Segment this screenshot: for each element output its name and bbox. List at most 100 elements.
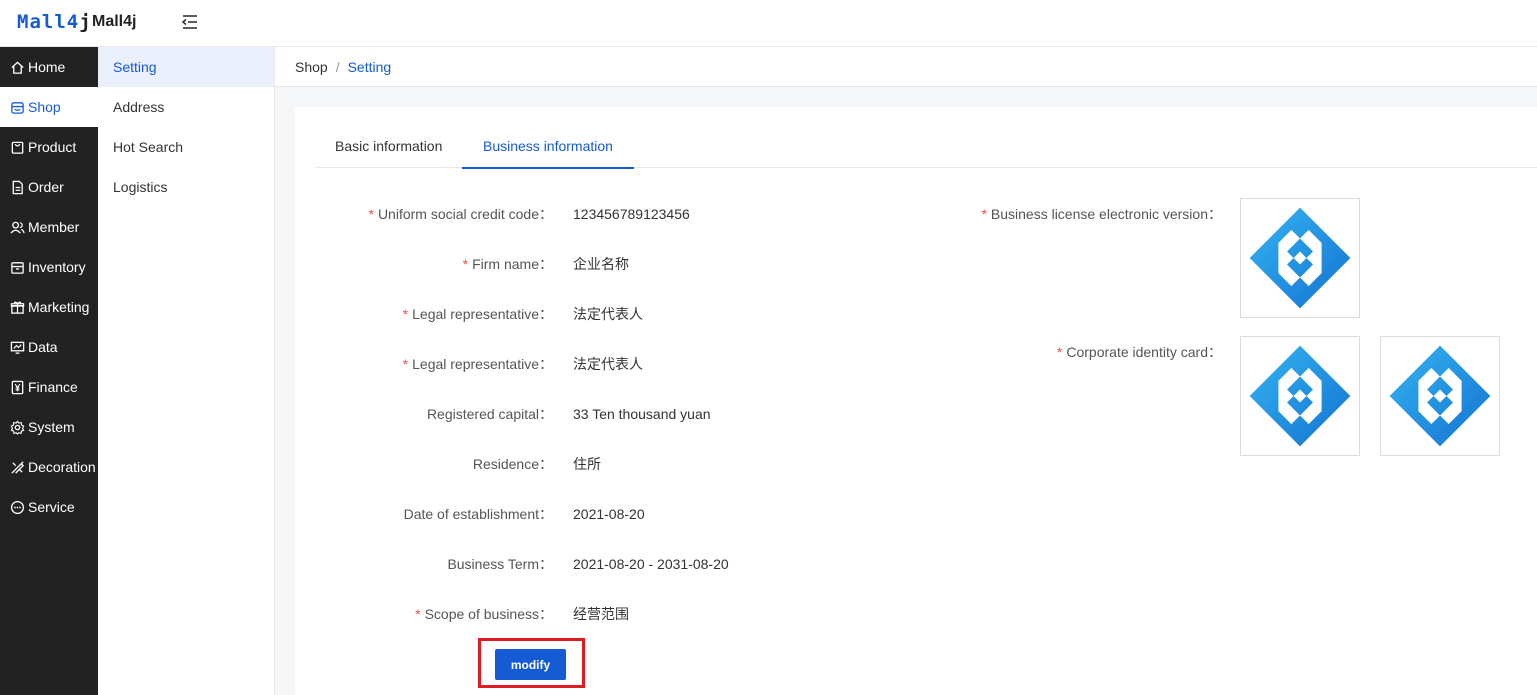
sidebar-item-label: Inventory [28,259,86,275]
field-label: Registered capital： [426,406,553,422]
field-value: 住所 [573,456,601,472]
field-value: 经营范围 [573,606,629,622]
sidebar-item-label: Finance [28,379,78,395]
company-logo-image [1247,343,1353,449]
identity-card-back-image[interactable] [1380,336,1500,456]
gift-icon [10,301,25,314]
tab-business-information[interactable]: Business information [462,127,634,169]
yen-icon [11,380,24,394]
sidebar-item-service[interactable]: Service [0,487,98,527]
field-label: Legal representative： [412,356,553,372]
sidebar-item-shop[interactable]: Shop [0,87,98,127]
sidebar-item-data[interactable]: Data [0,327,98,367]
field-row-firm-name: * Firm name： 企业名称 [295,254,815,274]
breadcrumb: Shop / Setting [275,47,1537,87]
sidebar-item-label: Product [28,139,77,155]
field-value: 法定代表人 [573,356,643,372]
required-mark: * [402,306,409,322]
modify-button[interactable]: modify [495,649,566,680]
field-label: Legal representative： [412,306,553,322]
subnav-item-setting[interactable]: Setting [98,47,274,87]
required-mark: * [368,206,374,222]
field-label: Business Term： [447,556,553,572]
sidebar-item-system[interactable]: System [0,407,98,447]
storefront-icon [11,101,24,114]
sidebar-item-inventory[interactable]: Inventory [0,247,98,287]
required-mark: * [1056,344,1063,360]
identity-card-front-image[interactable] [1240,336,1360,456]
sidebar-item-label: System [28,419,75,435]
tab-basic-information[interactable]: Basic information [335,127,442,168]
required-mark: * [415,606,421,622]
gear-icon [10,420,25,435]
corporate-identity-card-label: * Corporate identity card： [1057,342,1222,362]
breadcrumb-parent[interactable]: Shop [295,59,328,75]
field-label: Business license electronic version： [990,206,1222,222]
field-value: 企业名称 [573,256,629,272]
sidebar-item-label: Order [28,179,64,195]
field-row-legal-representative-2: * Legal representative： 法定代表人 [295,354,815,374]
field-row-registered-capital: Registered capital： 33 Ten thousand yuan [295,404,815,424]
field-row-credit-code: * Uniform social credit code： 12345678912… [295,204,815,224]
sidebar-item-decoration[interactable]: Decoration [0,447,98,487]
app-title: Mall4j [92,13,137,30]
bag-icon [11,141,24,154]
field-row-business-term: Business Term： 2021-08-20 - 2031-08-20 [295,554,815,574]
subnav-item-hot-search[interactable]: Hot Search [98,127,274,167]
document-icon [12,180,23,194]
sidebar-item-product[interactable]: Product [0,127,98,167]
subnav-item-logistics[interactable]: Logistics [98,167,274,207]
main-content: Basic information Business information *… [275,87,1537,695]
secondary-sidebar: Setting Address Hot Search Logistics [98,47,275,695]
field-label: Uniform social credit code： [377,206,553,222]
field-value: 法定代表人 [573,306,643,322]
business-license-label: * Business license electronic version： [981,204,1222,224]
required-mark: * [981,206,987,222]
top-bar: Mall4j Mall4j [0,0,1537,47]
house-icon [11,60,24,74]
users-icon [10,221,25,234]
company-logo-image [1247,205,1353,311]
sidebar-item-marketing[interactable]: Marketing [0,287,98,327]
sidebar-item-order[interactable]: Order [0,167,98,207]
sidebar-item-label: Shop [28,99,61,115]
sidebar-item-member[interactable]: Member [0,207,98,247]
collapse-menu-icon[interactable] [181,13,199,31]
sidebar-item-label: Member [28,219,80,235]
sidebar-item-label: Decoration [28,459,96,475]
field-value: 2021-08-20 [573,506,645,522]
company-logo-image [1387,343,1493,449]
field-value: 2021-08-20 - 2031-08-20 [573,556,729,572]
required-mark: * [402,356,409,372]
chat-icon [10,500,25,514]
field-row-residence: Residence： 住所 [295,454,815,474]
primary-sidebar: Home Shop Product Order Member Inventory… [0,47,98,695]
subnav-item-address[interactable]: Address [98,87,274,127]
field-row-date-of-establishment: Date of establishment： 2021-08-20 [295,504,815,524]
field-row-legal-representative: * Legal representative： 法定代表人 [295,304,815,324]
field-label: Residence： [472,456,553,472]
field-row-scope-of-business: * Scope of business： 经营范围 [295,604,815,624]
field-value: 33 Ten thousand yuan [573,406,711,422]
business-info-card: Basic information Business information *… [295,107,1537,695]
box-icon [11,261,24,274]
sidebar-item-finance[interactable]: Finance [0,367,98,407]
logo: Mall4j [17,11,92,33]
sidebar-item-home[interactable]: Home [0,47,98,87]
required-mark: * [462,256,469,272]
breadcrumb-separator: / [335,58,340,75]
sidebar-item-label: Marketing [28,299,90,315]
sidebar-item-label: Data [28,339,58,355]
breadcrumb-current: Setting [347,58,392,75]
brush-icon [11,460,25,474]
field-value: 123456789123456 [573,206,690,222]
business-license-image[interactable] [1240,198,1360,318]
chart-screen-icon [10,341,25,354]
sidebar-item-label: Home [28,59,66,75]
field-label: Corporate identity card： [1066,344,1222,360]
modify-button-highlight: modify [478,638,585,688]
sidebar-item-label: Service [28,499,75,515]
field-label: Date of establishment： [403,506,553,522]
field-label: Scope of business： [424,606,553,622]
tab-bar: Basic information Business information [315,127,1537,169]
